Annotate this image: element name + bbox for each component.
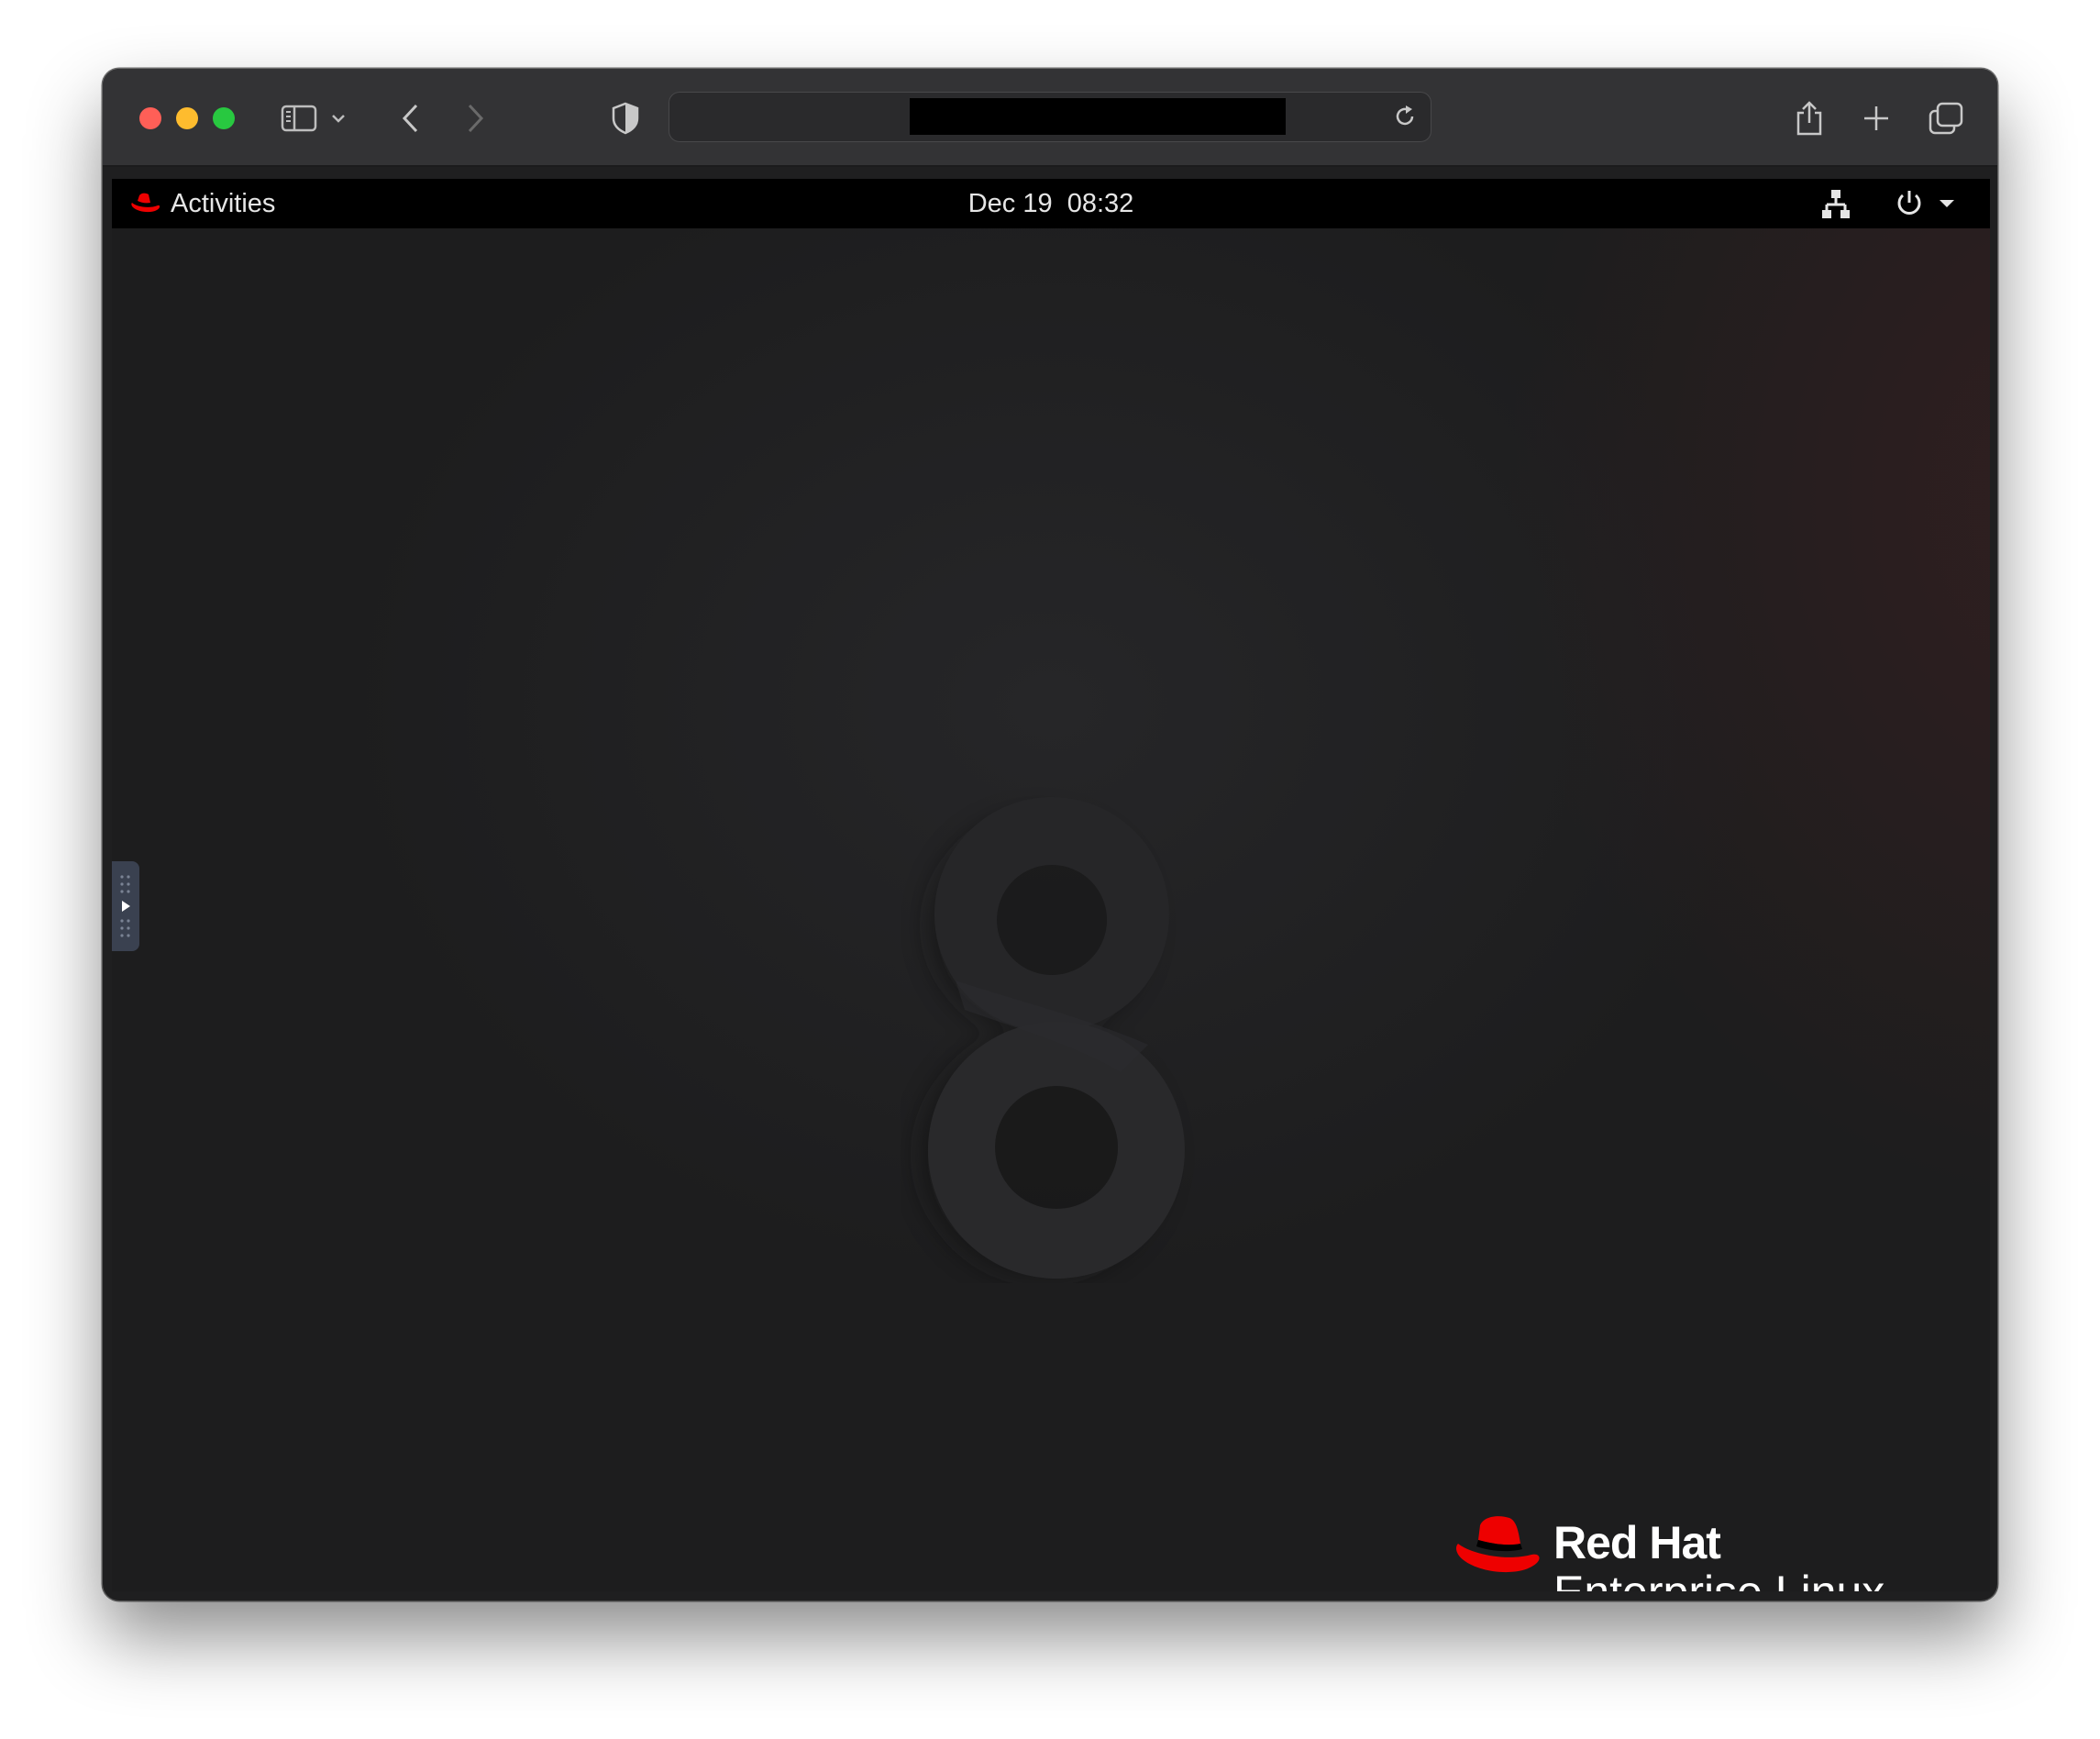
chevron-down-icon[interactable] — [325, 96, 352, 140]
power-icon — [1897, 191, 1921, 215]
side-panel-handle[interactable] — [112, 861, 139, 951]
forward-icon[interactable] — [453, 96, 497, 140]
minimize-window-button[interactable] — [176, 107, 198, 129]
browser-window: Activities Dec 19 08:32 Red Hat — [103, 69, 1997, 1601]
privacy-shield-icon[interactable] — [603, 96, 647, 140]
clock-area: Dec 19 08:32 — [112, 179, 1990, 228]
new-tab-icon[interactable] — [1854, 96, 1898, 140]
browser-toolbar — [103, 69, 1997, 167]
remote-desktop-viewport[interactable]: Activities Dec 19 08:32 Red Hat — [112, 179, 1990, 1591]
brand-name: Red Hat — [1553, 1517, 1721, 1568]
url-redacted — [910, 98, 1286, 135]
close-window-button[interactable] — [139, 107, 161, 129]
datetime-label[interactable]: Dec 19 08:32 — [968, 189, 1134, 218]
share-icon[interactable] — [1787, 96, 1831, 140]
gnome-top-bar: Activities Dec 19 08:32 — [112, 179, 1990, 228]
redhat-hat-icon — [1456, 1516, 1540, 1573]
redhat-brand-logo: Red Hat Enterprise Linux — [1453, 1512, 1948, 1591]
activities-label: Activities — [171, 188, 276, 218]
network-icon[interactable] — [1819, 187, 1852, 220]
address-bar[interactable] — [669, 92, 1431, 142]
dropdown-arrow-icon — [1940, 200, 1954, 207]
activities-button[interactable]: Activities — [130, 179, 275, 228]
system-menu[interactable] — [1894, 185, 1967, 222]
reload-icon[interactable] — [1388, 100, 1421, 133]
desktop-background: Red Hat Enterprise Linux — [112, 228, 1990, 1591]
brand-product: Enterprise Linux — [1553, 1569, 1884, 1591]
rhel-8-emblem — [919, 797, 1185, 1279]
back-icon[interactable] — [389, 96, 433, 140]
tab-overview-icon[interactable] — [1924, 96, 1968, 140]
sidebar-icon[interactable] — [277, 96, 321, 140]
redhat-logo-icon — [131, 193, 160, 213]
maximize-window-button[interactable] — [213, 107, 235, 129]
